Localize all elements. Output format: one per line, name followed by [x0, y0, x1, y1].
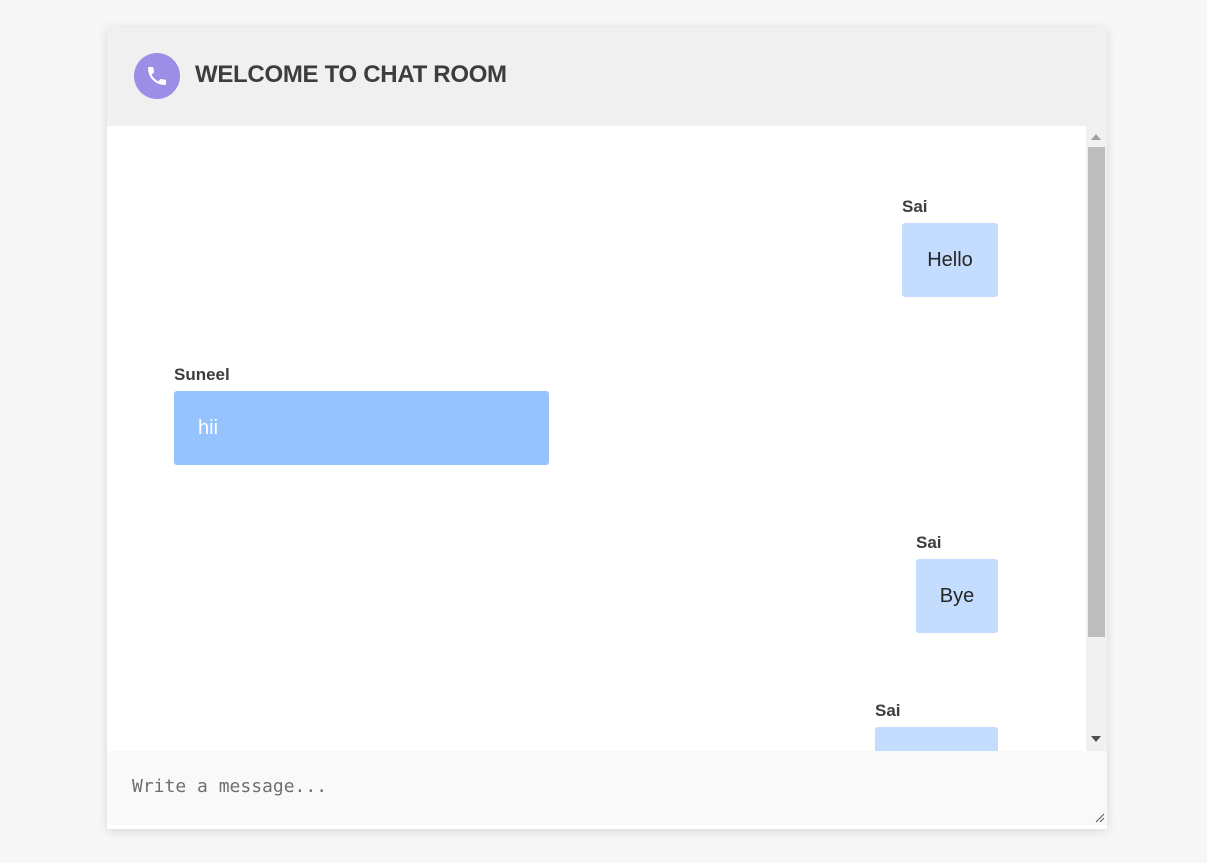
message-input[interactable]: [107, 751, 1107, 825]
page-title: WELCOME TO CHAT ROOM: [195, 61, 507, 88]
resize-grip-icon[interactable]: [1095, 813, 1105, 823]
message-sender: Sai: [916, 533, 942, 552]
phone-icon: [134, 53, 180, 99]
message-item: Sai: [875, 700, 998, 751]
message-item: Sai Bye: [916, 532, 998, 633]
message-bubble: hii: [174, 391, 549, 465]
message-sender: Sai: [875, 701, 901, 720]
message-sender: Suneel: [174, 365, 230, 384]
scrollbar[interactable]: [1086, 126, 1107, 751]
message-bubble: Hello: [902, 223, 998, 297]
message-list[interactable]: Sai Hello Suneel hii Sai Bye Sai: [107, 126, 1086, 751]
message-composer: [107, 751, 1107, 825]
message-sender: Sai: [902, 197, 928, 216]
message-bubble: Bye: [916, 559, 998, 633]
scroll-up-arrow-icon[interactable]: [1091, 134, 1101, 140]
message-bubble: [875, 727, 998, 751]
scroll-thumb[interactable]: [1088, 147, 1105, 637]
chat-header: WELCOME TO CHAT ROOM: [107, 27, 1107, 126]
message-item: Suneel hii: [174, 364, 549, 465]
scroll-down-arrow-icon[interactable]: [1091, 736, 1101, 742]
message-item: Sai Hello: [902, 196, 998, 297]
chat-window: WELCOME TO CHAT ROOM Sai Hello Suneel hi…: [107, 27, 1107, 829]
